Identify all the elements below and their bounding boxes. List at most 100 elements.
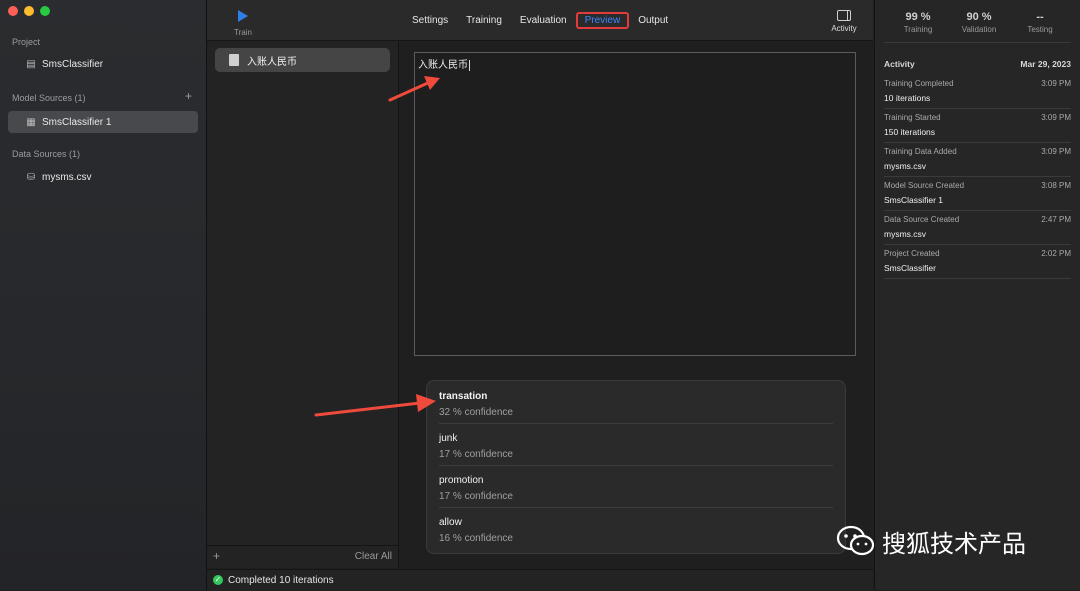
list-item-label: 入账人民币 bbox=[247, 56, 297, 68]
add-model-source-button[interactable]: + bbox=[185, 89, 192, 103]
activity-event: Training Started bbox=[884, 113, 941, 122]
sidebar: Project ▤ SmsClassifier Model Sources (1… bbox=[0, 0, 207, 590]
checkmark-icon: ✓ bbox=[213, 575, 223, 585]
activity-header: Activity Mar 29, 2023 bbox=[884, 59, 1071, 69]
text-caret bbox=[469, 59, 470, 71]
activity-row: Training Data Added 3:09 PM mysms.csv bbox=[884, 142, 1071, 177]
project-section-header: Project bbox=[12, 37, 41, 47]
model-icon: ▦ bbox=[26, 116, 36, 128]
activity-detail: SmsClassifier bbox=[884, 263, 936, 273]
metric-value: 90 % bbox=[966, 11, 992, 23]
train-button[interactable]: Train bbox=[231, 8, 255, 37]
result-row: promotion 17 % confidence bbox=[439, 465, 833, 508]
activity-row: Project Created 2:02 PM SmsClassifier bbox=[884, 244, 1071, 279]
list-footer: + Clear All bbox=[207, 545, 398, 568]
tab-bar: Settings Training Evaluation Preview Out… bbox=[403, 12, 677, 29]
divider bbox=[884, 42, 1071, 43]
tab-settings[interactable]: Settings bbox=[403, 12, 457, 29]
activity-detail: mysms.csv bbox=[884, 229, 927, 239]
activity-event: Data Source Created bbox=[884, 215, 960, 224]
annotation-arrow-result bbox=[314, 394, 436, 417]
tab-training[interactable]: Training bbox=[457, 12, 511, 29]
activity-title: Activity bbox=[884, 59, 915, 69]
activity-event: Model Source Created bbox=[884, 181, 965, 190]
activity-panel: 99 % Training 90 % Validation -- Testing… bbox=[874, 0, 1080, 590]
activity-label: Activity bbox=[831, 24, 857, 33]
activity-detail: 150 iterations bbox=[884, 127, 936, 137]
activity-time: 3:09 PM bbox=[1041, 113, 1071, 122]
status-bar: ✓ Completed 10 iterations bbox=[207, 569, 873, 591]
metric-label: Training bbox=[903, 25, 933, 34]
train-label: Train bbox=[234, 28, 252, 37]
database-icon: ⛁ bbox=[26, 171, 36, 183]
minimize-window-button[interactable] bbox=[24, 6, 34, 16]
sidebar-item-label: mysms.csv bbox=[42, 171, 92, 183]
activity-toggle-button[interactable]: Activity bbox=[823, 10, 865, 33]
watermark-text: 搜狐技术产品 bbox=[882, 529, 1026, 558]
sidebar-item-model-source[interactable]: ▦ SmsClassifier 1 bbox=[8, 111, 198, 133]
activity-date: Mar 29, 2023 bbox=[1020, 59, 1071, 69]
metric-validation: 90 % Validation bbox=[950, 11, 1008, 34]
sidebar-item-label: SmsClassifier 1 bbox=[42, 116, 112, 128]
activity-event: Training Data Added bbox=[884, 147, 957, 156]
activity-event: Project Created bbox=[884, 249, 940, 258]
result-row: junk 17 % confidence bbox=[439, 423, 833, 466]
preview-panel: 入账人民币 transation 32 % confidence junk 17… bbox=[399, 41, 873, 568]
preview-text-input[interactable]: 入账人民币 bbox=[414, 52, 856, 356]
result-row: transation 32 % confidence bbox=[439, 381, 833, 424]
app-window: Project ▤ SmsClassifier Model Sources (1… bbox=[0, 0, 1080, 591]
result-confidence: 17 % confidence bbox=[439, 491, 513, 502]
sidebar-item-data-source[interactable]: ⛁ mysms.csv bbox=[8, 166, 198, 188]
close-window-button[interactable] bbox=[8, 6, 18, 16]
sidebar-item-project[interactable]: ▤ SmsClassifier bbox=[8, 53, 198, 75]
metric-value: 99 % bbox=[905, 11, 931, 23]
result-row: allow 16 % confidence bbox=[439, 507, 833, 549]
metric-label: Testing bbox=[1027, 25, 1053, 34]
wechat-icon bbox=[836, 525, 875, 556]
activity-row: Model Source Created 3:08 PM SmsClassifi… bbox=[884, 176, 1071, 211]
document-icon: ▤ bbox=[26, 58, 36, 70]
metric-value: -- bbox=[1036, 11, 1044, 23]
activity-time: 2:47 PM bbox=[1041, 215, 1071, 224]
play-icon bbox=[238, 10, 248, 22]
prediction-results: transation 32 % confidence junk 17 % con… bbox=[426, 380, 846, 554]
data-sources-header: Data Sources (1) bbox=[12, 149, 81, 159]
activity-event: Training Completed bbox=[884, 79, 954, 88]
add-item-button[interactable]: + bbox=[213, 549, 220, 563]
toolbar: Train Settings Training Evaluation Previ… bbox=[207, 0, 873, 41]
input-text: 入账人民币 bbox=[418, 60, 468, 71]
tab-output[interactable]: Output bbox=[629, 12, 677, 29]
activity-detail: 10 iterations bbox=[884, 93, 931, 103]
activity-row: Data Source Created 2:47 PM mysms.csv bbox=[884, 210, 1071, 245]
document-icon bbox=[229, 54, 239, 66]
status-text: Completed 10 iterations bbox=[228, 575, 334, 586]
window-controls bbox=[8, 6, 50, 16]
clear-all-button[interactable]: Clear All bbox=[355, 551, 392, 562]
result-confidence: 17 % confidence bbox=[439, 449, 513, 460]
model-sources-header: Model Sources (1) bbox=[12, 93, 86, 103]
annotation-arrow-input bbox=[388, 76, 440, 102]
activity-time: 3:09 PM bbox=[1041, 79, 1071, 88]
activity-time: 3:09 PM bbox=[1041, 147, 1071, 156]
metric-testing: -- Testing bbox=[1011, 11, 1069, 34]
result-confidence: 32 % confidence bbox=[439, 407, 513, 418]
sidebar-item-label: SmsClassifier bbox=[42, 58, 104, 70]
tab-evaluation[interactable]: Evaluation bbox=[511, 12, 576, 29]
list-item[interactable]: 入账人民币 bbox=[215, 48, 390, 72]
tab-preview[interactable]: Preview bbox=[575, 12, 630, 29]
result-label: promotion bbox=[439, 475, 484, 486]
result-label: junk bbox=[439, 433, 458, 444]
result-confidence: 16 % confidence bbox=[439, 533, 513, 544]
metrics-summary: 99 % Training 90 % Validation -- Testing bbox=[889, 11, 1069, 34]
metric-training: 99 % Training bbox=[889, 11, 947, 34]
activity-time: 3:08 PM bbox=[1041, 181, 1071, 190]
activity-detail: SmsClassifier 1 bbox=[884, 195, 944, 205]
activity-detail: mysms.csv bbox=[884, 161, 927, 171]
result-label: transation bbox=[439, 391, 488, 402]
result-label: allow bbox=[439, 517, 462, 528]
activity-time: 2:02 PM bbox=[1041, 249, 1071, 258]
sidebar-toggle-icon bbox=[837, 10, 851, 21]
metric-label: Validation bbox=[961, 25, 997, 34]
activity-row: Training Started 3:09 PM 150 iterations bbox=[884, 108, 1071, 143]
zoom-window-button[interactable] bbox=[40, 6, 50, 16]
